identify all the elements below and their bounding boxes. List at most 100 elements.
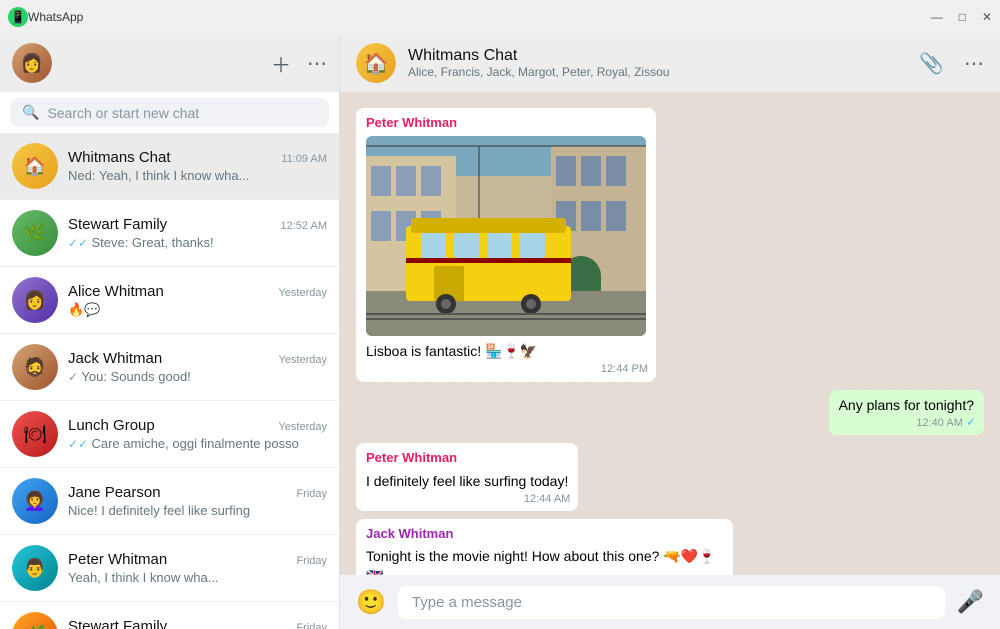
chat-time: 12:52 AM [281, 220, 327, 232]
avatar-image: 👨 [12, 545, 58, 591]
msg-tick: ✓ [966, 415, 976, 429]
message-input[interactable] [398, 586, 945, 619]
window-controls: — □ ✕ [931, 10, 992, 24]
user-avatar[interactable]: 👩 [12, 43, 52, 83]
chat-name: Jack Whitman [68, 350, 162, 367]
chat-info: Stewart Family 12:52 AM ✓✓ Steve: Great,… [68, 216, 327, 250]
minimize-button[interactable]: — [931, 10, 943, 24]
chat-header-avatar-image: 🏠 [356, 43, 396, 83]
chat-list: 🏠 Whitmans Chat 11:09 AM Ned: Yeah, I th… [0, 133, 339, 629]
chat-avatar: 👩 [12, 277, 58, 323]
chat-info: Peter Whitman Friday Yeah, I think I kno… [68, 551, 327, 585]
chat-list-item-lunch[interactable]: 🍽 Lunch Group Yesterday ✓✓ Care amiche, … [0, 401, 339, 468]
chat-name: Lunch Group [68, 417, 155, 434]
chat-avatar: 🧔 [12, 344, 58, 390]
chat-preview: Yeah, I think I know wha... [68, 570, 327, 585]
msg-text: I definitely feel like surfing today! [366, 473, 568, 489]
maximize-button[interactable]: □ [959, 10, 966, 24]
messages: Peter Whitman [340, 92, 1000, 575]
menu-icon[interactable]: ⋯ [307, 51, 327, 76]
avatar-image: 🍽 [12, 411, 58, 457]
chat-preview: ✓ You: Sounds good! [68, 369, 327, 384]
msg-sender: Peter Whitman [366, 449, 568, 467]
chat-name: Stewart Family [68, 216, 167, 233]
chat-header: 🏠 Whitmans Chat Alice, Francis, Jack, Ma… [340, 34, 1000, 92]
msg-time: 12:44 PM [601, 362, 648, 377]
chat-top: Jane Pearson Friday [68, 484, 327, 501]
emoji-button[interactable]: 🙂 [356, 588, 386, 617]
message-bubble-m1: Peter Whitman [356, 108, 656, 382]
chat-name: Stewart Family [68, 618, 167, 629]
msg-text: Lisboa is fantastic! 🏪🍷🦅 [366, 343, 537, 359]
chat-avatar: 🏠 [12, 143, 58, 189]
chat-top: Peter Whitman Friday [68, 551, 327, 568]
avatar-image: 👩 [12, 277, 58, 323]
chat-area: 🏠 Whitmans Chat Alice, Francis, Jack, Ma… [340, 34, 1000, 629]
chat-top: Stewart Family Friday [68, 618, 327, 629]
msg-time: 12:40 AM ✓ [916, 414, 976, 431]
avatar-image: 🏠 [12, 143, 58, 189]
search-input[interactable] [47, 105, 317, 121]
chat-list-item-jane[interactable]: 👩‍🦱 Jane Pearson Friday Nice! I definite… [0, 468, 339, 535]
chat-avatar: 👩‍🦱 [12, 478, 58, 524]
chat-time: Yesterday [278, 287, 327, 299]
chat-menu-icon[interactable]: ⋯ [964, 51, 984, 76]
chat-list-item-stewart[interactable]: 🌿 Stewart Family 12:52 AM ✓✓ Steve: Grea… [0, 200, 339, 267]
main-layout: 👩 ＋ ⋯ 🔍 🏠 Whitmans Chat 11:09 AM [0, 34, 1000, 629]
chat-preview: 🔥💬 [68, 302, 327, 318]
chat-avatar: 🌿 [12, 210, 58, 256]
mic-button[interactable]: 🎤 [957, 589, 984, 615]
chat-list-item-jack[interactable]: 🧔 Jack Whitman Yesterday ✓ You: Sounds g… [0, 334, 339, 401]
chat-top: Lunch Group Yesterday [68, 417, 327, 434]
chat-avatar: 👨 [12, 545, 58, 591]
user-avatar-image: 👩 [12, 43, 52, 83]
message-bubble-m4: Jack Whitman Tonight is the movie night! … [356, 519, 733, 575]
chat-info: Whitmans Chat 11:09 AM Ned: Yeah, I thin… [68, 149, 327, 183]
chat-time: 11:09 AM [281, 153, 327, 165]
message-bubble-m3: Peter Whitman I definitely feel like surf… [356, 443, 578, 511]
avatar-image: 🧔 [12, 344, 58, 390]
chat-top: Jack Whitman Yesterday [68, 350, 327, 367]
chat-top: Alice Whitman Yesterday [68, 283, 327, 300]
chat-top: Stewart Family 12:52 AM [68, 216, 327, 233]
titlebar: 📱 WhatsApp — □ ✕ [0, 0, 1000, 34]
msg-time: 12:44 AM [524, 492, 570, 507]
sidebar-header-icons: ＋ ⋯ [271, 49, 327, 78]
chat-header-info: Whitmans Chat Alice, Francis, Jack, Marg… [408, 47, 919, 79]
chat-name: Whitmans Chat [68, 149, 171, 166]
chat-name: Jane Pearson [68, 484, 161, 501]
app-icon: 📱 [8, 7, 28, 27]
message-input-bar: 🙂 🎤 [340, 575, 1000, 629]
msg-text: Any plans for tonight? [839, 397, 974, 413]
msg-text: Tonight is the movie night! How about th… [366, 548, 716, 575]
search-inner: 🔍 [10, 98, 329, 127]
avatar-image: 👩‍🦱 [12, 478, 58, 524]
chat-avatar: 🍽 [12, 411, 58, 457]
chat-preview: ✓✓ Care amiche, oggi finalmente posso [68, 436, 327, 451]
chat-info: Jack Whitman Yesterday ✓ You: Sounds goo… [68, 350, 327, 384]
chat-header-avatar[interactable]: 🏠 [356, 43, 396, 83]
chat-header-name: Whitmans Chat [408, 47, 919, 65]
new-chat-icon[interactable]: ＋ [271, 49, 291, 78]
chat-info: Jane Pearson Friday Nice! I definitely f… [68, 484, 327, 518]
chat-time: Yesterday [278, 354, 327, 366]
chat-preview: Ned: Yeah, I think I know wha... [68, 168, 327, 183]
header-icons: 📎 ⋯ [919, 51, 984, 76]
chat-preview: ✓✓ Steve: Great, thanks! [68, 235, 327, 250]
sidebar-header: 👩 ＋ ⋯ [0, 34, 339, 92]
sidebar: 👩 ＋ ⋯ 🔍 🏠 Whitmans Chat 11:09 AM [0, 34, 340, 629]
close-button[interactable]: ✕ [982, 10, 992, 24]
chat-list-item-stewart2[interactable]: 🌿 Stewart Family Friday Steve: Great, th… [0, 602, 339, 629]
msg-sender: Jack Whitman [366, 525, 723, 543]
search-icon: 🔍 [22, 104, 39, 121]
chat-preview: Nice! I definitely feel like surfing [68, 503, 327, 518]
msg-image [366, 136, 646, 336]
chat-list-item-whitmans[interactable]: 🏠 Whitmans Chat 11:09 AM Ned: Yeah, I th… [0, 133, 339, 200]
chat-name: Alice Whitman [68, 283, 164, 300]
chat-list-item-peter[interactable]: 👨 Peter Whitman Friday Yeah, I think I k… [0, 535, 339, 602]
avatar-image: 🌿 [12, 612, 58, 629]
chat-name: Peter Whitman [68, 551, 167, 568]
chat-info: Lunch Group Yesterday ✓✓ Care amiche, og… [68, 417, 327, 451]
chat-list-item-alice[interactable]: 👩 Alice Whitman Yesterday 🔥💬 [0, 267, 339, 334]
attach-icon[interactable]: 📎 [919, 51, 944, 76]
